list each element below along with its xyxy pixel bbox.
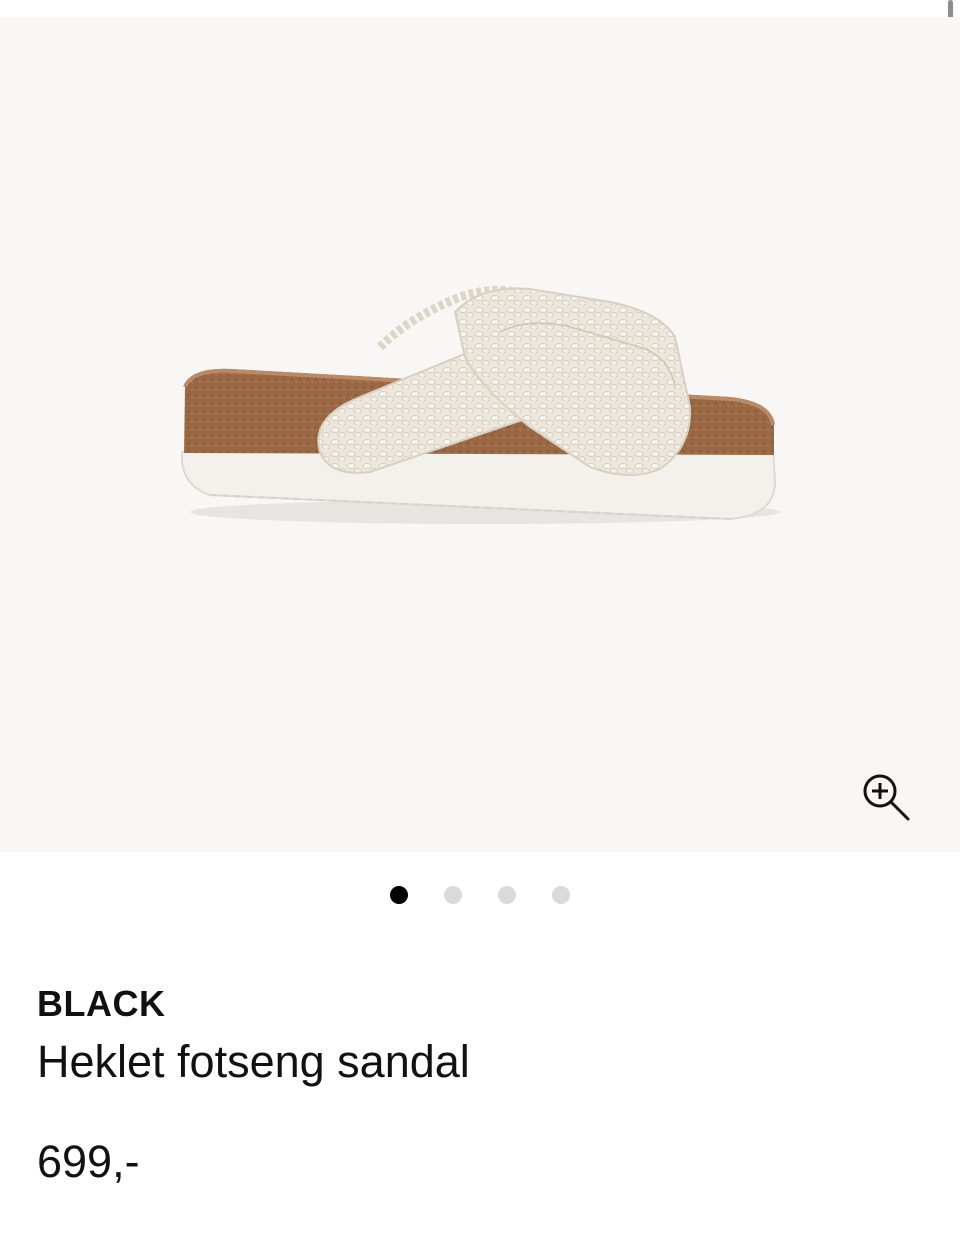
product-image[interactable]	[170, 257, 790, 547]
product-page: BLACK Heklet fotseng sandal 699,-	[0, 0, 960, 1237]
pagination-dot-2[interactable]	[444, 886, 462, 904]
product-title: Heklet fotseng sandal	[37, 1036, 470, 1087]
gallery-pagination	[0, 886, 960, 906]
product-price: 699,-	[37, 1136, 140, 1187]
pagination-dot-3[interactable]	[498, 886, 516, 904]
zoom-button[interactable]	[856, 767, 916, 827]
zoom-in-icon	[863, 774, 910, 821]
pagination-dot-4[interactable]	[552, 886, 570, 904]
pagination-dot-1[interactable]	[390, 886, 408, 904]
product-gallery[interactable]	[0, 17, 960, 852]
product-brand[interactable]: BLACK	[37, 983, 165, 1025]
